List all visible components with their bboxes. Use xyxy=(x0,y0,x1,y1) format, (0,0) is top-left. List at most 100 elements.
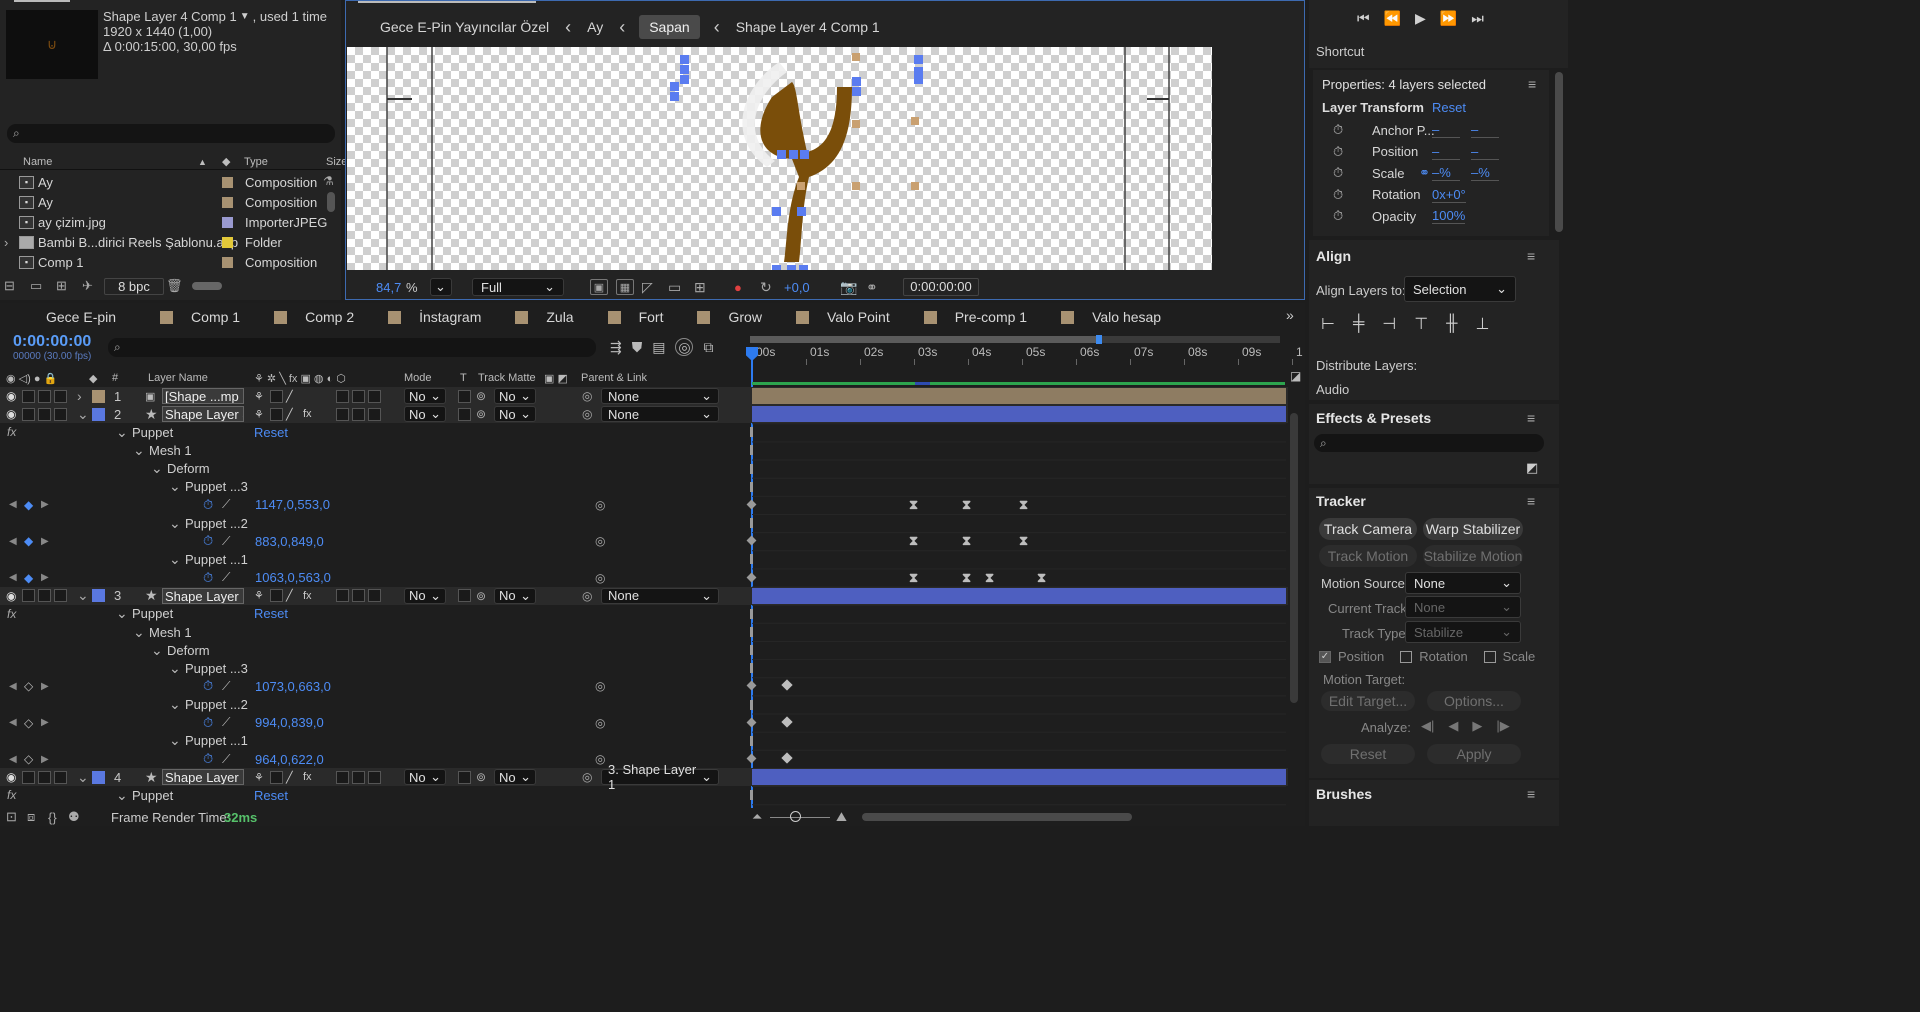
keyframed-property-row[interactable]: ◀ ◆ ▶ ⏱ ⟋ 883,0,849,0 ◎ ⧗ ⧗ ⧗ xyxy=(0,532,1288,550)
keyframe-toggle-icon[interactable]: ◇ xyxy=(24,716,33,730)
property-group-row[interactable]: ⌄ Puppet ...1 xyxy=(0,732,1288,750)
reset-exposure-icon[interactable]: ↻ xyxy=(760,279,772,296)
position-checkbox[interactable]: ✓ xyxy=(1319,650,1331,663)
quality-switch-icon[interactable]: ╱ xyxy=(286,390,293,403)
zoom-dropdown[interactable]: ⌄ xyxy=(430,278,452,296)
adjustment-switch[interactable] xyxy=(352,407,365,421)
keyframed-property-row[interactable]: ◀ ◇ ▶ ⏱ ⟋ 1073,0,663,0 ◎ xyxy=(0,677,1288,695)
align-right-icon[interactable]: ⊣ xyxy=(1382,314,1396,334)
next-keyframe-icon[interactable]: ▶ xyxy=(41,681,49,692)
bit-depth-button[interactable]: 8 bpc xyxy=(104,277,164,295)
preserve-transparency-switch[interactable] xyxy=(458,770,471,784)
project-search[interactable]: ⌕ xyxy=(7,124,335,143)
transfer-controls-toggle-icon[interactable]: ⧈ xyxy=(27,809,35,825)
adjustment-switch[interactable] xyxy=(352,389,365,403)
keyframe-toggle-icon[interactable]: ◆ xyxy=(24,571,33,585)
adjustment-switch[interactable] xyxy=(352,589,365,603)
comp-canvas[interactable] xyxy=(347,47,1212,270)
parent-dropdown[interactable]: None ⌄ xyxy=(601,406,719,423)
breadcrumb-item[interactable]: Shape Layer 4 Comp 1 xyxy=(734,19,882,35)
timeline-scrollbar[interactable] xyxy=(1290,413,1298,703)
keyframe-toggle-icon[interactable]: ◆ xyxy=(24,498,33,512)
align-to-dropdown[interactable]: Selection ⌄ xyxy=(1404,276,1516,302)
property-group-row[interactable]: fx ⌄ Puppet Reset xyxy=(0,423,1288,441)
zoom-value[interactable]: 84,7 xyxy=(376,280,401,295)
property-reset-link[interactable]: Reset xyxy=(254,425,288,440)
chevron-down-icon[interactable]: ⌄ xyxy=(77,587,89,604)
tracker-apply-button[interactable]: Apply xyxy=(1427,744,1521,764)
audio-switch[interactable] xyxy=(22,589,35,603)
chevron-down-icon[interactable]: ⌄ xyxy=(151,642,163,659)
property-reset-link[interactable]: Reset xyxy=(254,606,288,621)
panel-menu-icon[interactable]: ≡ xyxy=(1527,410,1535,426)
property-group-row[interactable]: ⌄ Deform xyxy=(0,641,1288,659)
matte-link-icon[interactable]: ⊚ xyxy=(476,589,486,603)
new-comp-icon[interactable]: ⊞ xyxy=(56,278,67,294)
layer-name[interactable]: [Shape ...mp 1] xyxy=(162,388,244,405)
timeline-tab[interactable]: Grow xyxy=(697,309,762,325)
eye-icon[interactable]: ◉ xyxy=(6,389,16,403)
transform-value-2[interactable]: –% xyxy=(1471,165,1499,181)
scale-checkbox[interactable] xyxy=(1483,650,1496,663)
3d-switch[interactable] xyxy=(368,589,381,603)
properties-scrollbar[interactable] xyxy=(1555,72,1563,232)
panel-menu-icon[interactable]: ≡ xyxy=(1527,786,1535,802)
keyframe-marker[interactable] xyxy=(781,679,793,692)
project-item-label-color[interactable] xyxy=(222,216,233,228)
transform-value-1[interactable]: 100% xyxy=(1432,208,1466,224)
align-left-icon[interactable]: ⊢ xyxy=(1321,314,1335,334)
analyze-back-one-icon[interactable]: ◀| xyxy=(1421,718,1434,734)
chevron-down-icon[interactable]: ⌄ xyxy=(133,442,145,459)
shy-switch-icon[interactable]: ⚘ xyxy=(254,771,264,784)
lock-switch[interactable] xyxy=(54,589,67,603)
property-value[interactable]: 1147,0,553,0 xyxy=(255,497,330,512)
transparency-grid-icon[interactable]: ▦ xyxy=(616,279,634,295)
property-group-row[interactable]: fx ⌄ Puppet Reset xyxy=(0,786,1288,804)
keyframed-property-row[interactable]: ◀ ◆ ▶ ⏱ ⟋ 1063,0,563,0 ◎ ⧗ ⧗ ⧗ ⧗ xyxy=(0,569,1288,587)
project-item-label-color[interactable] xyxy=(222,236,233,248)
quality-switch-icon[interactable]: ╱ xyxy=(286,408,293,421)
warp-stabilizer-button[interactable]: Warp Stabilizer xyxy=(1423,518,1523,540)
keyframe-marker[interactable]: ⧗ xyxy=(909,497,918,513)
timeline-tab[interactable]: Zula xyxy=(515,309,574,325)
layer-name[interactable]: Shape Layer 1 xyxy=(162,587,244,604)
label-tag-icon[interactable]: ◆ xyxy=(222,155,230,168)
chevron-down-icon[interactable]: ▼ xyxy=(240,9,250,24)
fx-switch-icon[interactable]: fx xyxy=(303,590,312,602)
property-group-row[interactable]: fx ⌄ Puppet Reset xyxy=(0,605,1288,623)
layer-name[interactable]: Shape Layer 3 xyxy=(162,406,244,423)
keyframed-property-row[interactable]: ◀ ◇ ▶ ⏱ ⟋ 994,0,839,0 ◎ xyxy=(0,714,1288,732)
project-scrollbar[interactable] xyxy=(327,192,335,212)
property-group-row[interactable]: ⌄ Puppet ...2 xyxy=(0,514,1288,532)
chevron-down-icon[interactable]: ⌄ xyxy=(116,424,128,441)
stopwatch-icon[interactable]: ⏱ xyxy=(1333,144,1343,160)
parent-pickwhip-icon[interactable]: ◎ xyxy=(582,589,592,603)
keyframed-property-row[interactable]: ◀ ◆ ▶ ⏱ ⟋ 1147,0,553,0 ◎ ⧗ ⧗ ⧗ xyxy=(0,496,1288,514)
transform-value-2[interactable]: – xyxy=(1471,144,1499,160)
timeline-tab[interactable]: Comp 1 xyxy=(160,309,240,325)
chevron-down-icon[interactable]: ⌄ xyxy=(169,732,181,749)
property-value[interactable]: 1073,0,663,0 xyxy=(255,679,331,694)
matte-link-icon[interactable]: ⊚ xyxy=(476,407,486,421)
play-icon[interactable]: ▶ xyxy=(1415,10,1426,27)
graph-icon[interactable]: ⟋ xyxy=(222,715,230,730)
matte-link-icon[interactable]: ⊚ xyxy=(476,389,486,403)
solo-switch[interactable] xyxy=(38,389,51,403)
fx-switch-icon[interactable]: fx xyxy=(303,771,312,783)
timeline-tab[interactable]: Pre-comp 1 xyxy=(923,309,1027,325)
stopwatch-icon[interactable]: ⏱ xyxy=(1333,187,1343,203)
transform-value-2[interactable]: – xyxy=(1471,122,1499,138)
timeline-tab[interactable]: Valo hesap xyxy=(1061,309,1161,325)
audio-switch[interactable] xyxy=(22,770,35,784)
property-group-row[interactable]: ⌄ Mesh 1 xyxy=(0,441,1288,459)
horizontal-scrollbar[interactable] xyxy=(862,813,1132,821)
grid-guides-icon[interactable]: ⊞ xyxy=(694,279,706,296)
analyze-forward-icon[interactable]: ▶ xyxy=(1472,718,1482,734)
3d-switch[interactable] xyxy=(368,407,381,421)
keyframe-marker[interactable]: ⧗ xyxy=(909,533,918,549)
matte-link-icon[interactable]: ⊚ xyxy=(476,770,486,784)
collapse-switch[interactable] xyxy=(270,407,283,421)
graph-icon[interactable]: ⟋ xyxy=(222,534,230,549)
next-frame-icon[interactable]: ⏩ xyxy=(1440,10,1457,27)
lock-switch[interactable] xyxy=(54,389,67,403)
